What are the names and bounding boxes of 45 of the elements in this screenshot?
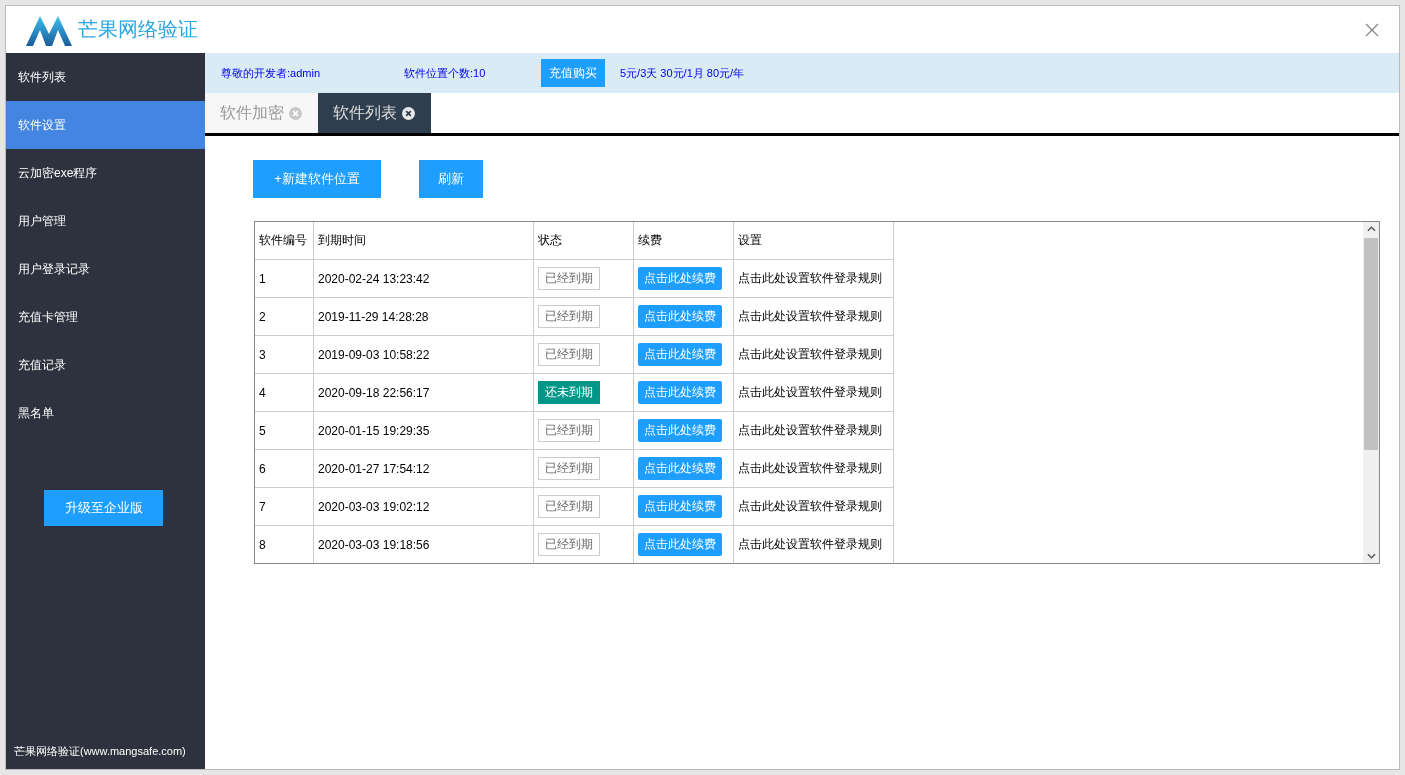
sidebar-item[interactable]: 黑名单	[6, 389, 205, 437]
table-cell: 2020-03-03 19:02:12	[313, 487, 534, 526]
table-cell: 5	[255, 411, 314, 450]
sidebar-item[interactable]: 充值记录	[6, 341, 205, 389]
column-header: 续费	[633, 222, 734, 260]
table-cell: 2020-02-24 13:23:42	[313, 259, 534, 298]
sidebar-item[interactable]: 软件设置	[6, 101, 205, 149]
table-cell: 2020-01-27 17:54:12	[313, 449, 534, 488]
close-icon[interactable]	[402, 106, 415, 120]
scrollbar[interactable]	[1363, 222, 1379, 563]
brand-title: 芒果网络验证	[78, 17, 198, 42]
footer-text: 芒果网络验证(www.mangsafe.com)	[13, 744, 187, 759]
status-badge: 已经到期	[538, 267, 600, 290]
status-badge: 已经到期	[538, 305, 600, 328]
column-header: 到期时间	[313, 222, 534, 260]
table-cell: 3	[255, 335, 314, 374]
status-badge: 已经到期	[538, 533, 600, 556]
table-cell: 8	[255, 525, 314, 563]
status-badge: 已经到期	[538, 419, 600, 442]
slot-count-text: 软件位置个数:10	[404, 65, 487, 81]
table-cell: 6	[255, 449, 314, 488]
table-cell: 1	[255, 259, 314, 298]
scroll-thumb[interactable]	[1364, 238, 1378, 450]
table-cell: 7	[255, 487, 314, 526]
status-badge: 已经到期	[538, 495, 600, 518]
table-cell: 2019-11-29 14:28:28	[313, 297, 534, 336]
sidebar-item[interactable]: 云加密exe程序	[6, 149, 205, 197]
table-cell: 2020-01-15 19:29:35	[313, 411, 534, 450]
status-badge: 已经到期	[538, 457, 600, 480]
sidebar-item[interactable]: 充值卡管理	[6, 293, 205, 341]
status-badge: 还未到期	[538, 381, 600, 404]
column-header: 设置	[733, 222, 894, 260]
table-cell: 2	[255, 297, 314, 336]
sidebar-item[interactable]: 用户管理	[6, 197, 205, 245]
column-header: 软件编号	[255, 222, 314, 260]
sidebar-item[interactable]: 用户登录记录	[6, 245, 205, 293]
table-cell: 4	[255, 373, 314, 412]
tab[interactable]: 软件列表	[318, 93, 431, 133]
table-cell: 2020-09-18 22:56:17	[313, 373, 534, 412]
status-badge: 已经到期	[538, 343, 600, 366]
price-text: 5元/3天 30元/1月 80元/年	[620, 65, 745, 81]
table-cell: 2019-09-03 10:58:22	[313, 335, 534, 374]
developer-text: 尊敬的开发者:admin	[221, 65, 322, 81]
column-header: 状态	[533, 222, 634, 260]
sidebar-item[interactable]: 软件列表	[6, 53, 205, 101]
